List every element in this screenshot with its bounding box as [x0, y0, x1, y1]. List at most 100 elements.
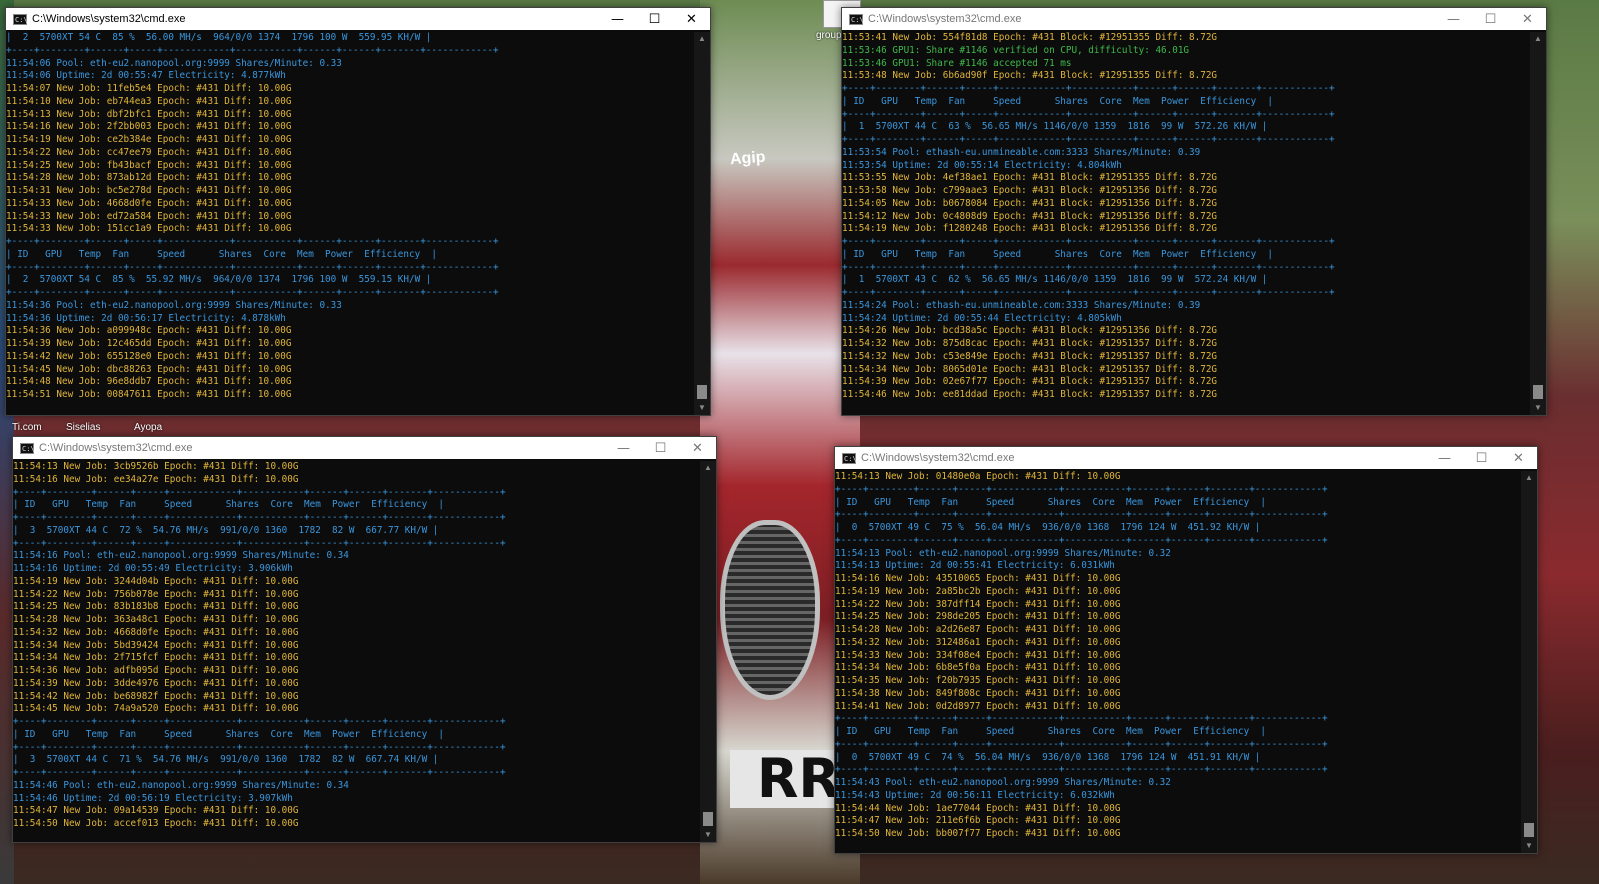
scroll-up-icon[interactable]: ▲: [1521, 471, 1537, 485]
log-line: 11:54:36 New Job: a099948c Epoch: #431 D…: [6, 325, 292, 337]
close-icon[interactable]: ✕: [1500, 447, 1537, 469]
log-line: 11:54:24 Uptime: 2d 00:55:44 Electricity…: [842, 312, 1122, 324]
log-line: 11:54:47 New Job: 09a14539 Epoch: #431 D…: [13, 805, 299, 817]
log-line: 11:54:38 New Job: 849f808c Epoch: #431 D…: [835, 687, 1121, 699]
log-line: 11:54:16 New Job: 43510065 Epoch: #431 D…: [835, 573, 1121, 584]
window-titlebar[interactable]: C:\ C:\Windows\system32\cmd.exe — ☐ ✕: [842, 8, 1546, 30]
console-output[interactable]: 11:54:13 New Job: 3cb9526b Epoch: #431 D…: [13, 461, 700, 842]
wallpaper-car-grille: [720, 520, 820, 700]
log-line: 11:54:10 New Job: eb744ea3 Epoch: #431 D…: [6, 95, 292, 107]
vertical-scrollbar[interactable]: ▲ ▼: [1530, 32, 1546, 415]
gpu-stats-row: | 1 5700XT 43 C 62 % 56.65 MH/s 1146/0/0…: [842, 274, 1268, 286]
console-output[interactable]: | 2 5700XT 54 C 85 % 56.00 MH/s 964/0/0 …: [6, 32, 694, 415]
gpu-stats-row: | ID GPU Temp Fan Speed Shares Core Mem …: [842, 248, 1273, 260]
scroll-up-icon[interactable]: ▲: [1530, 32, 1546, 46]
log-line: 11:54:16 New Job: 2f2bb003 Epoch: #431 D…: [6, 121, 292, 133]
console-output[interactable]: 11:53:41 New Job: 554f81d8 Epoch: #431 B…: [842, 32, 1530, 415]
scroll-thumb[interactable]: [1533, 385, 1543, 399]
scroll-up-icon[interactable]: ▲: [700, 461, 716, 475]
log-line: 11:54:44 New Job: 1ae77044 Epoch: #431 D…: [835, 802, 1121, 814]
log-line: 11:54:13 New Job: 3cb9526b Epoch: #431 D…: [13, 461, 299, 472]
scroll-thumb[interactable]: [703, 812, 713, 826]
vertical-scrollbar[interactable]: ▲ ▼: [694, 32, 710, 415]
scroll-up-icon[interactable]: ▲: [694, 32, 710, 46]
minimize-icon[interactable]: —: [605, 437, 642, 459]
table-divider-line: +----+--------+------+-----+------------…: [13, 512, 506, 523]
log-line: 11:54:13 New Job: 01480e0a Epoch: #431 D…: [835, 471, 1121, 482]
table-divider-line: +----+--------+------+-----+------------…: [6, 236, 499, 247]
log-line: 11:53:54 Uptime: 2d 00:55:14 Electricity…: [842, 159, 1122, 171]
log-line: 11:54:32 New Job: c53e849e Epoch: #431 B…: [842, 350, 1218, 362]
log-line: 11:54:46 Uptime: 2d 00:56:19 Electricity…: [13, 792, 293, 804]
maximize-icon[interactable]: ☐: [636, 8, 673, 30]
log-line: 11:54:25 New Job: fb43bacf Epoch: #431 D…: [6, 159, 292, 171]
log-line: 11:54:32 New Job: 4668d0fe Epoch: #431 D…: [13, 626, 299, 638]
log-line: 11:54:51 New Job: 00847611 Epoch: #431 D…: [6, 389, 292, 400]
desktop-icon-label[interactable]: Ti.com: [12, 422, 42, 433]
window-title: C:\Windows\system32\cmd.exe: [32, 13, 186, 25]
minimize-icon[interactable]: —: [1435, 8, 1472, 30]
close-icon[interactable]: ✕: [1509, 8, 1546, 30]
log-line: 11:54:43 Uptime: 2d 00:56:11 Electricity…: [835, 789, 1115, 801]
vertical-scrollbar[interactable]: ▲ ▼: [1521, 471, 1537, 853]
table-divider-line: +----+--------+------+-----+------------…: [842, 287, 1335, 298]
window-titlebar[interactable]: C:\ C:\Windows\system32\cmd.exe — ☐ ✕: [835, 447, 1537, 469]
scroll-down-icon[interactable]: ▼: [700, 828, 716, 842]
log-line: 11:54:42 New Job: 655128e0 Epoch: #431 D…: [6, 350, 292, 362]
log-line: 11:54:28 New Job: 873ab12d Epoch: #431 D…: [6, 172, 292, 184]
cmd-app-icon: C:\: [849, 13, 864, 25]
maximize-icon[interactable]: ☐: [642, 437, 679, 459]
log-line: 11:54:33 New Job: 334f08e4 Epoch: #431 D…: [835, 649, 1121, 661]
log-line: 11:54:24 Pool: ethash-eu.unmineable.com:…: [842, 299, 1201, 311]
log-line: 11:54:13 New Job: dbf2bfc1 Epoch: #431 D…: [6, 108, 292, 120]
cmd-window-top-left[interactable]: C:\ C:\Windows\system32\cmd.exe — ☐ ✕ | …: [5, 7, 711, 416]
close-icon[interactable]: ✕: [679, 437, 716, 459]
minimize-icon[interactable]: —: [1426, 447, 1463, 469]
close-icon[interactable]: ✕: [673, 8, 710, 30]
log-line: 11:54:32 New Job: 312486a1 Epoch: #431 D…: [835, 636, 1121, 648]
log-line: 11:54:39 New Job: 12c465dd Epoch: #431 D…: [6, 338, 292, 349]
log-line: 11:54:19 New Job: ce2b384e Epoch: #431 D…: [6, 134, 292, 145]
maximize-icon[interactable]: ☐: [1463, 447, 1500, 469]
table-divider-line: +----+--------+------+-----+------------…: [6, 287, 499, 298]
log-line: 11:54:34 New Job: 2f715fcf Epoch: #431 D…: [13, 652, 299, 664]
scroll-down-icon[interactable]: ▼: [1521, 839, 1537, 853]
table-divider-line: +----+--------+------+-----+------------…: [835, 738, 1328, 750]
scroll-down-icon[interactable]: ▼: [1530, 401, 1546, 415]
log-line: 11:54:50 New Job: bb007f77 Epoch: #431 D…: [835, 828, 1121, 839]
log-line: 11:54:43 Pool: eth-eu2.nanopool.org:9999…: [835, 777, 1171, 788]
scroll-down-icon[interactable]: ▼: [694, 401, 710, 415]
vertical-scrollbar[interactable]: ▲ ▼: [700, 461, 716, 842]
scroll-thumb[interactable]: [697, 385, 707, 399]
log-line: 11:54:16 Pool: eth-eu2.nanopool.org:9999…: [13, 550, 349, 562]
table-divider-line: +----+--------+------+-----+------------…: [835, 483, 1328, 495]
log-line: 11:53:41 New Job: 554f81d8 Epoch: #431 B…: [842, 32, 1218, 43]
desktop-icon-label[interactable]: Siselias: [66, 422, 100, 433]
log-line: 11:54:31 New Job: bc5e278d Epoch: #431 D…: [6, 185, 292, 196]
log-line: 11:54:12 New Job: 0c4808d9 Epoch: #431 B…: [842, 210, 1218, 222]
minimize-icon[interactable]: —: [599, 8, 636, 30]
cmd-window-bottom-left[interactable]: C:\ C:\Windows\system32\cmd.exe — ☐ ✕ 11…: [12, 436, 717, 843]
maximize-icon[interactable]: ☐: [1472, 8, 1509, 30]
log-line: 11:54:34 New Job: 8065d01e Epoch: #431 B…: [842, 363, 1218, 375]
cmd-window-top-right[interactable]: C:\ C:\Windows\system32\cmd.exe — ☐ ✕ 11…: [841, 7, 1547, 416]
log-line: 11:54:33 New Job: 4668d0fe Epoch: #431 D…: [6, 197, 292, 209]
table-divider-line: +----+--------+------+-----+------------…: [835, 713, 1328, 725]
log-line: 11:54:33 New Job: 151cc1a9 Epoch: #431 D…: [6, 223, 292, 235]
desktop-icon-label[interactable]: Ayopa: [134, 422, 162, 433]
log-line: 11:54:39 New Job: 02e67f77 Epoch: #431 B…: [842, 376, 1218, 388]
gpu-stats-row: | 1 5700XT 44 C 63 % 56.65 MH/s 1146/0/0…: [842, 121, 1268, 133]
console-output[interactable]: 11:54:13 New Job: 01480e0a Epoch: #431 D…: [835, 471, 1521, 853]
cmd-window-bottom-right[interactable]: C:\ C:\Windows\system32\cmd.exe — ☐ ✕ 11…: [834, 446, 1538, 854]
gpu-stats-row: | ID GPU Temp Fan Speed Shares Core Mem …: [835, 496, 1266, 508]
scroll-thumb[interactable]: [1524, 823, 1534, 837]
window-titlebar[interactable]: C:\ C:\Windows\system32\cmd.exe — ☐ ✕: [6, 8, 710, 30]
window-titlebar[interactable]: C:\ C:\Windows\system32\cmd.exe — ☐ ✕: [13, 437, 716, 459]
gpu-stats-row: | ID GPU Temp Fan Speed Shares Core Mem …: [13, 728, 444, 740]
log-line: 11:54:16 Uptime: 2d 00:55:49 Electricity…: [13, 563, 293, 574]
log-line: 11:54:45 New Job: 74a9a520 Epoch: #431 D…: [13, 703, 299, 715]
log-line: 11:54:35 New Job: f20b7935 Epoch: #431 D…: [835, 675, 1121, 686]
log-line: 11:53:48 New Job: 6b6ad90f Epoch: #431 B…: [842, 70, 1218, 82]
log-line: 11:53:54 Pool: ethash-eu.unmineable.com:…: [842, 146, 1201, 158]
log-line: 11:54:06 Uptime: 2d 00:55:47 Electricity…: [6, 70, 286, 82]
